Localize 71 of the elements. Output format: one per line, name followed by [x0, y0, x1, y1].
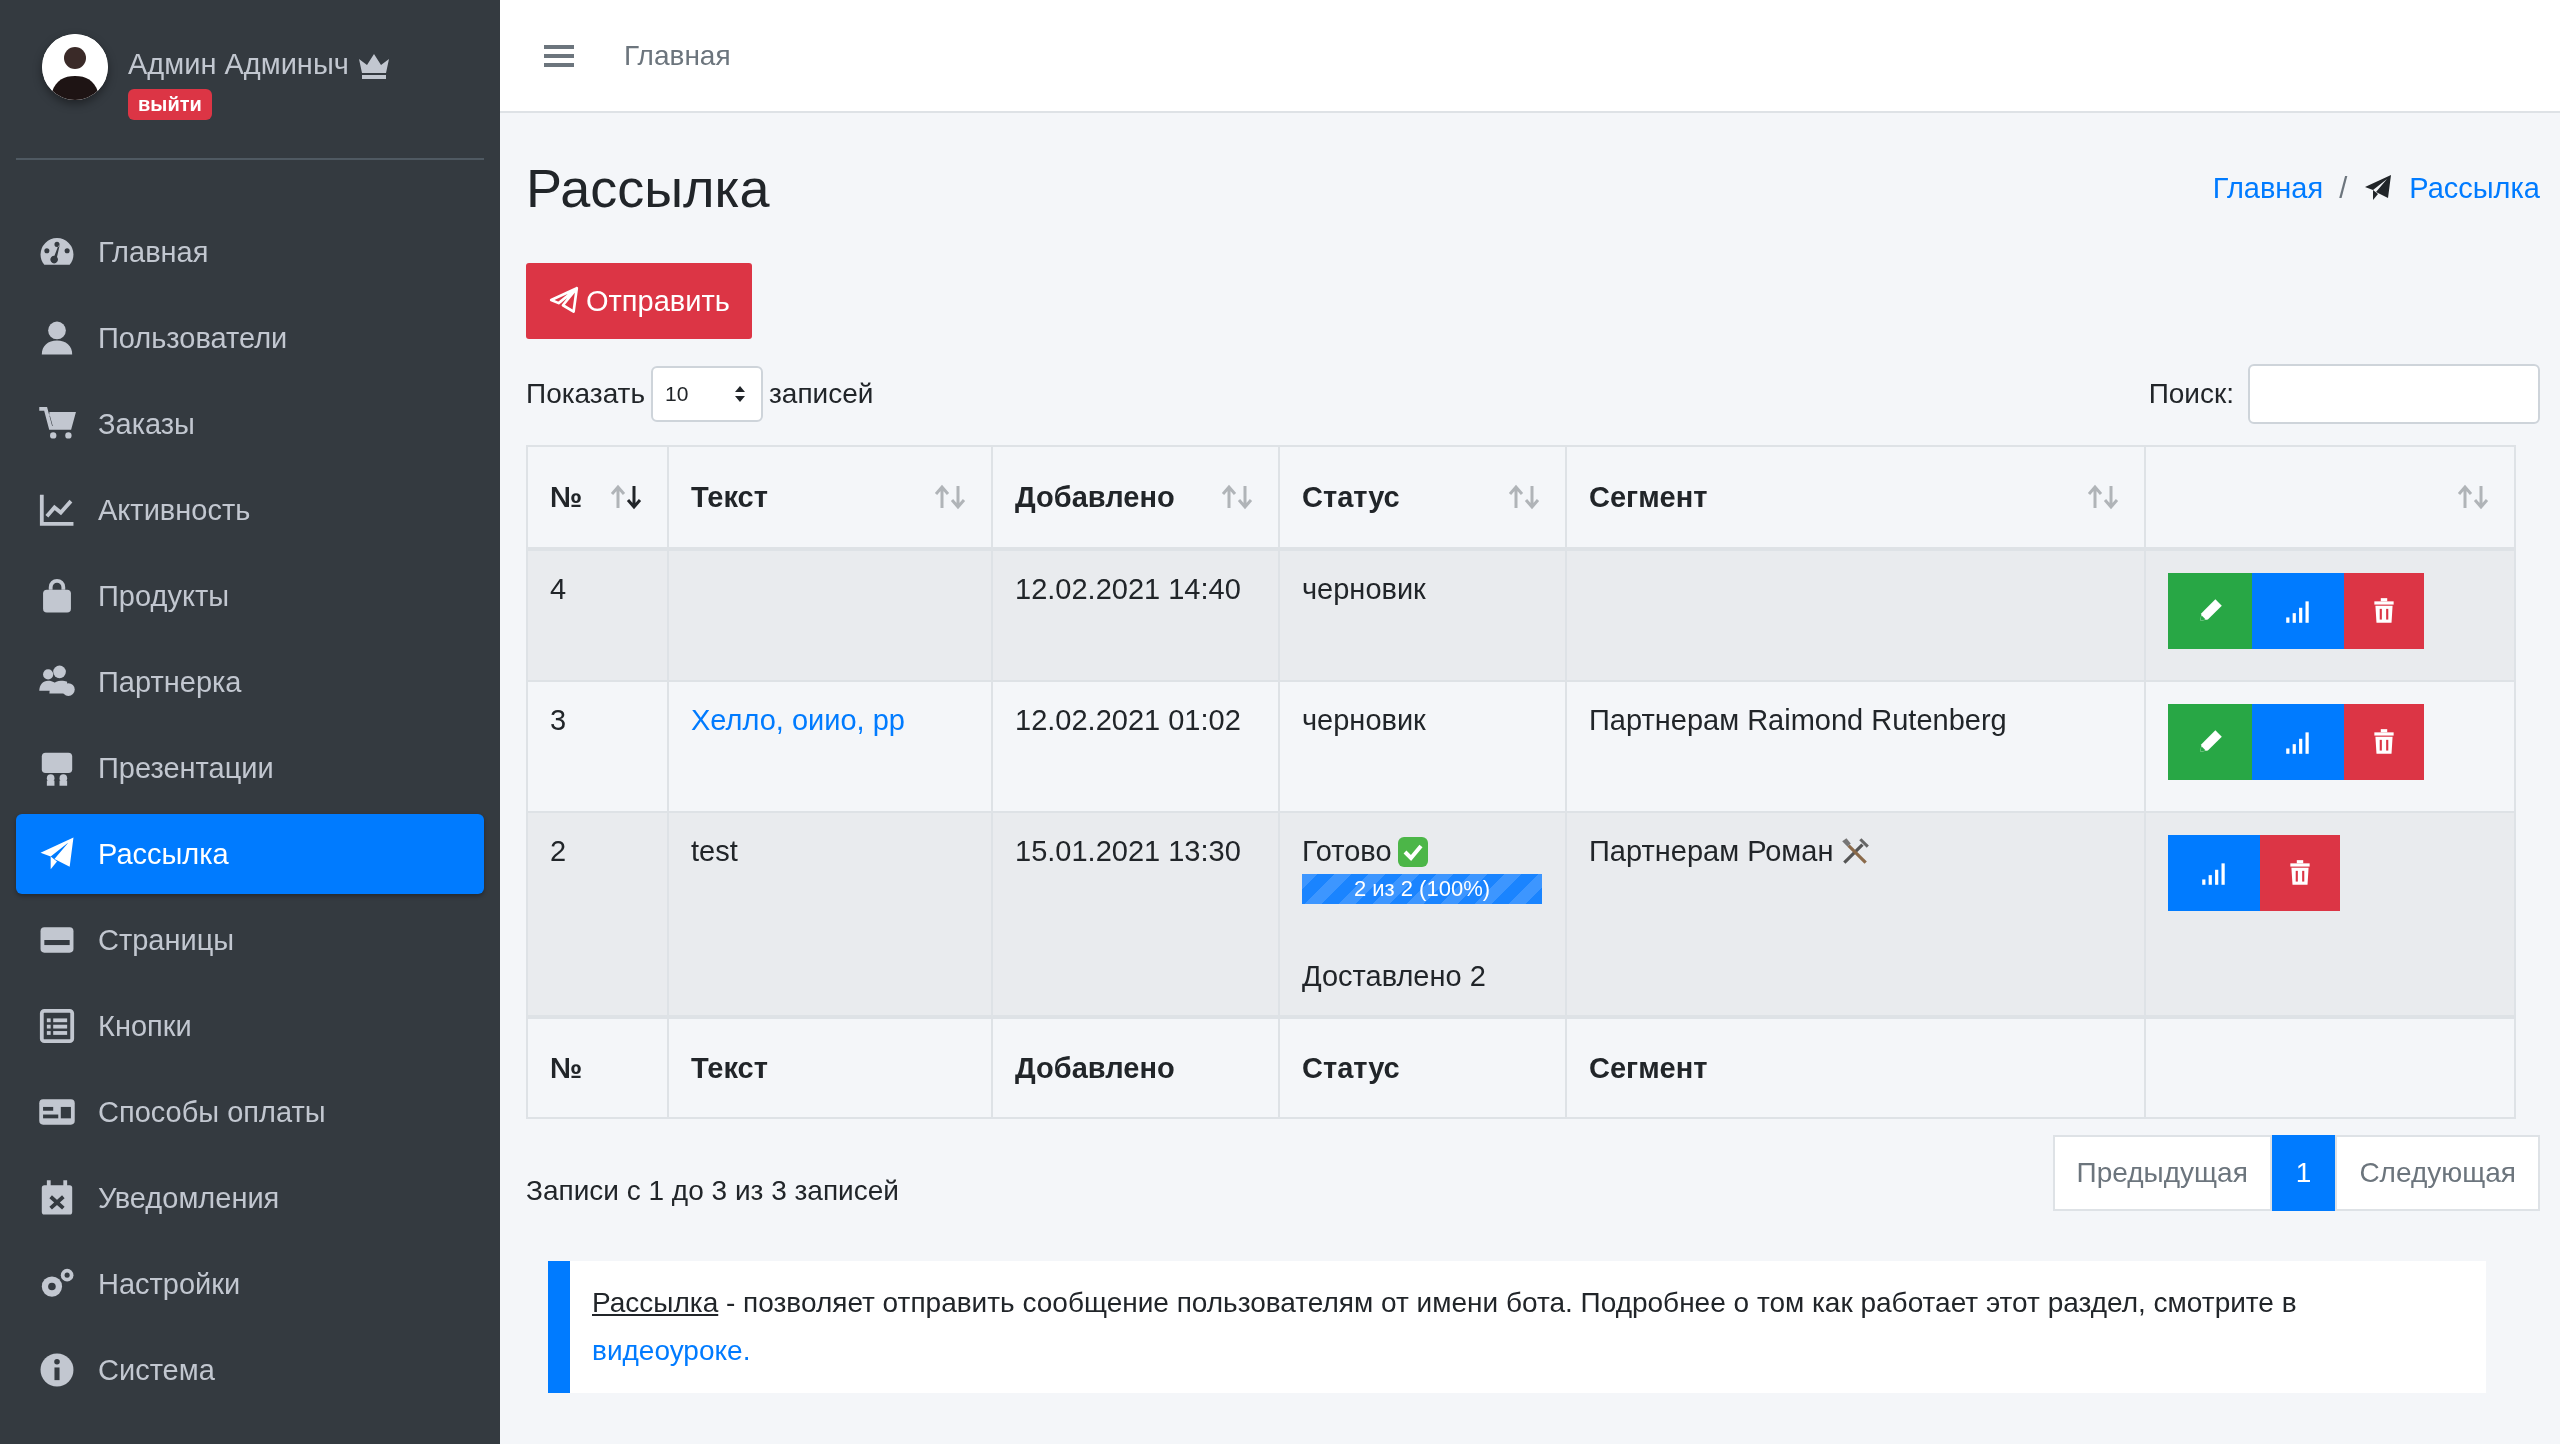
- column-header[interactable]: Статус: [1279, 446, 1566, 549]
- column-footer: №: [527, 1017, 668, 1118]
- menu-icon[interactable]: [544, 42, 574, 69]
- sidebar-item[interactable]: Способы оплаты: [16, 1072, 484, 1152]
- column-footer: Добавлено: [992, 1017, 1279, 1118]
- sidebar-item[interactable]: Рассылка: [16, 814, 484, 894]
- video-lesson-link[interactable]: видеоуроке.: [592, 1335, 751, 1366]
- status-text: черновик: [1302, 704, 1426, 737]
- column-footer: Сегмент: [1566, 1017, 2145, 1118]
- table-cell: test: [691, 835, 738, 867]
- entries-summary: Записи с 1 до 3 из 3 записей: [526, 1175, 899, 1207]
- column-header[interactable]: Текст: [668, 446, 992, 549]
- section-link[interactable]: Рассылка: [592, 1287, 719, 1318]
- info-text: Рассылка - позволяет отправить сообщение пользователям от имени бота. Подробнее о том как работает этот раздел, смотрите в видеоуроке.: [548, 1261, 2486, 1393]
- previous-page-button[interactable]: Предыдущая: [2052, 1135, 2272, 1211]
- breadcrumb-link[interactable]: Рассылка: [2409, 171, 2540, 205]
- search-field[interactable]: [2248, 364, 2540, 424]
- column-footer: Текст: [668, 1017, 992, 1118]
- home-link[interactable]: Главная: [624, 39, 731, 72]
- page-size-select[interactable]: 10: [651, 366, 764, 422]
- sidebar-item[interactable]: Настройки: [16, 1244, 484, 1324]
- column-footer: Статус: [1279, 1017, 1566, 1118]
- menu-item-icon: [38, 1351, 76, 1389]
- segment-text: Партнерам Raimond Rutenberg: [1589, 704, 2007, 737]
- progress-bar: 2 из 2 (100%): [1302, 874, 1542, 904]
- table-cell: 3: [527, 681, 668, 812]
- column-header[interactable]: Сегмент: [1566, 446, 2145, 549]
- sidebar-item[interactable]: Заказы: [16, 384, 484, 464]
- send-button[interactable]: Отправить: [526, 263, 752, 339]
- table-cell: 2: [527, 812, 668, 1017]
- column-header[interactable]: №: [527, 446, 668, 549]
- stats-button[interactable]: [2252, 704, 2344, 780]
- delete-button[interactable]: [2260, 835, 2340, 911]
- logout-button[interactable]: выйти: [128, 89, 212, 120]
- stats-button[interactable]: [2168, 835, 2260, 911]
- next-page-button[interactable]: Следующая: [2335, 1135, 2540, 1211]
- table-cell: 15.01.2021 13:30: [992, 812, 1279, 1017]
- sidebar-item[interactable]: Система: [16, 1330, 484, 1410]
- segment-text: Партнерам Роман: [1589, 835, 1834, 868]
- sidebar-item[interactable]: Кнопки: [16, 986, 484, 1066]
- edit-button[interactable]: [2168, 704, 2252, 780]
- table-cell: 12.02.2021 01:02: [992, 681, 1279, 812]
- delete-button[interactable]: [2344, 573, 2424, 649]
- search-label: Поиск:: [2148, 378, 2234, 410]
- sidebar-item[interactable]: Презентации: [16, 728, 484, 808]
- entries-label: записей: [769, 378, 874, 410]
- breadcrumb-link[interactable]: Главная: [2212, 171, 2324, 205]
- sidebar-item[interactable]: Активность: [16, 470, 484, 550]
- sidebar-item[interactable]: Партнерка: [16, 642, 484, 722]
- column-header[interactable]: Добавлено: [992, 446, 1279, 549]
- delivered-text: Доставлено 2: [1302, 960, 1487, 993]
- avatar: [42, 34, 108, 100]
- sidebar-item[interactable]: Продукты: [16, 556, 484, 636]
- status-text: черновик: [1302, 573, 1426, 606]
- stats-button[interactable]: [2252, 573, 2344, 649]
- sidebar-item[interactable]: Главная: [16, 212, 484, 292]
- show-label: Показать: [526, 378, 646, 410]
- sidebar-item[interactable]: Пользователи: [16, 298, 484, 378]
- page-title: Рассылка: [526, 157, 770, 219]
- edit-button[interactable]: [2168, 573, 2252, 649]
- page-button[interactable]: 1: [2271, 1135, 2336, 1211]
- sidebar-item[interactable]: Страницы: [16, 900, 484, 980]
- user-name: Админ Админыч: [128, 48, 349, 81]
- sidebar-item[interactable]: Уведомления: [16, 1158, 484, 1238]
- message-link[interactable]: Хелло, оиио, рр: [691, 704, 905, 736]
- menu-item-icon: [38, 1007, 76, 1045]
- table-cell: 12.02.2021 14:40: [992, 549, 1279, 681]
- status-text: Готово: [1302, 835, 1392, 868]
- table-cell: 4: [527, 549, 668, 681]
- breadcrumb-separator: /: [2339, 171, 2348, 205]
- delete-button[interactable]: [2344, 704, 2424, 780]
